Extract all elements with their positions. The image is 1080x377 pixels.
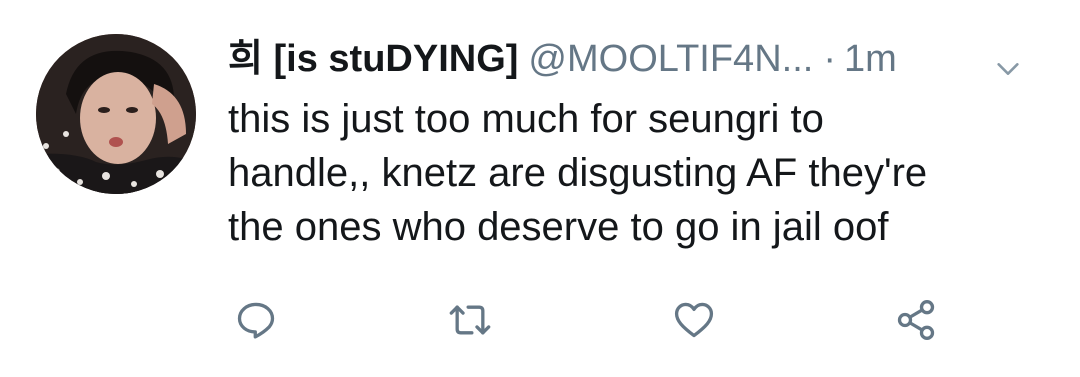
avatar-image xyxy=(36,34,196,194)
share-icon xyxy=(897,300,935,340)
display-name[interactable]: 희 [is stuDYING] xyxy=(228,38,518,80)
tweet-text-line: this is just too much for seungri to xyxy=(228,97,824,141)
timestamp[interactable]: 1m xyxy=(844,38,897,80)
avatar[interactable] xyxy=(36,34,196,194)
tweet-text-line: handle,, knetz are disgusting AF they're xyxy=(228,151,928,195)
retweet-icon xyxy=(449,305,491,335)
tweet-actions xyxy=(228,292,988,352)
share-button[interactable] xyxy=(888,292,944,348)
reply-icon xyxy=(237,302,275,339)
separator-dot: · xyxy=(823,38,836,80)
tweet-text: this is just too much for seungri to han… xyxy=(228,92,1048,254)
tweet-text-line: the ones who deserve to go in jail oof xyxy=(228,205,889,249)
chevron-down-icon[interactable] xyxy=(994,46,1022,75)
like-button[interactable] xyxy=(666,292,722,348)
heart-icon xyxy=(674,302,714,338)
user-handle[interactable]: @MOOLTIF4N... xyxy=(528,38,813,80)
reply-button[interactable] xyxy=(228,292,284,348)
tweet-card[interactable]: 희 [is stuDYING] @MOOLTIF4N... · 1m this is … xyxy=(0,0,1080,377)
tweet-header: 희 [is stuDYING] @MOOLTIF4N... · 1m xyxy=(228,34,1058,84)
retweet-button[interactable] xyxy=(442,292,498,348)
